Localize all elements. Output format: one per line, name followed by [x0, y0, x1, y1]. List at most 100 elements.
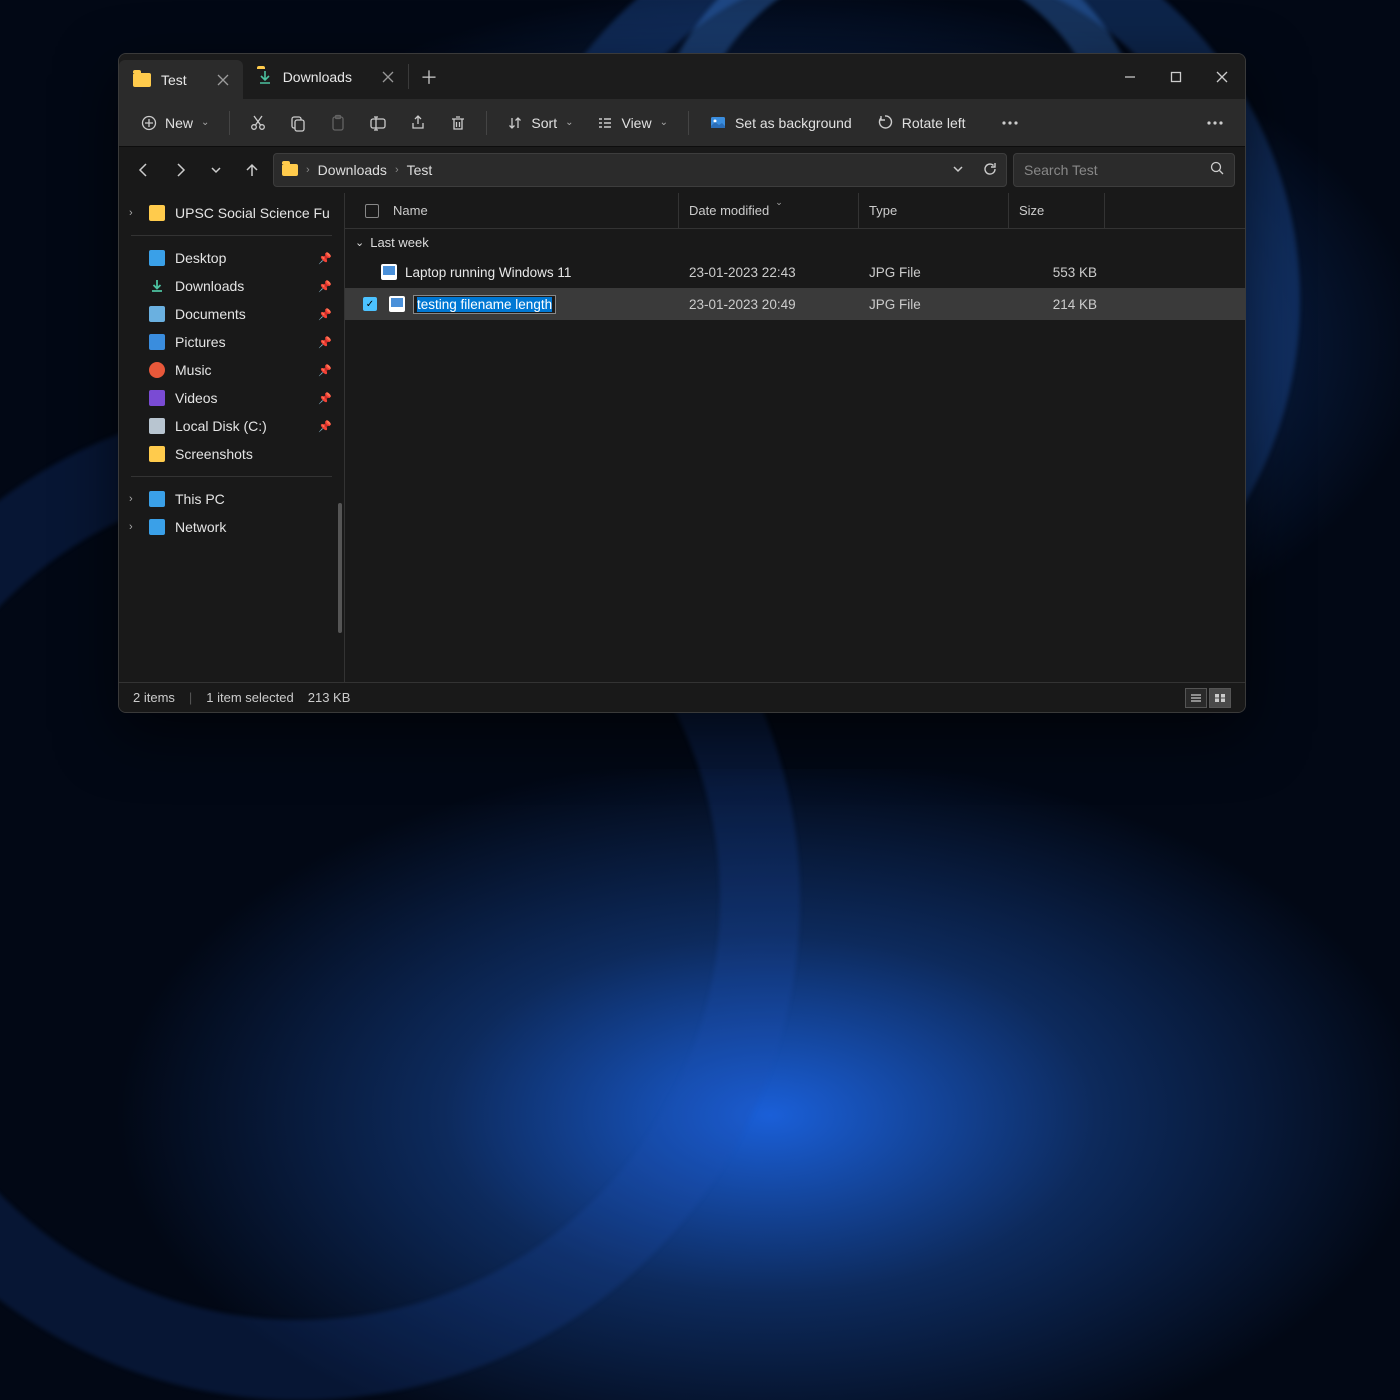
- column-header-name[interactable]: Name: [345, 193, 679, 228]
- selection-count: 1 item selected: [206, 690, 293, 705]
- pc-icon: [149, 491, 165, 507]
- sort-button[interactable]: Sort ⌄: [497, 109, 583, 137]
- minimize-button[interactable]: [1107, 54, 1153, 99]
- new-button[interactable]: New ⌄: [131, 109, 219, 137]
- breadcrumb-item[interactable]: Downloads: [318, 162, 387, 178]
- pictures-icon: [149, 334, 165, 350]
- sidebar-item-label: UPSC Social Science Fu: [175, 205, 330, 221]
- jpg-file-icon: [381, 264, 397, 280]
- address-bar[interactable]: › Downloads › Test: [273, 153, 1007, 187]
- forward-button[interactable]: [165, 155, 195, 185]
- sidebar-item-label: Network: [175, 519, 226, 535]
- file-name: Laptop running Windows 11: [405, 265, 571, 280]
- file-name: testing filename length: [417, 297, 552, 312]
- download-icon: [257, 69, 273, 85]
- file-date: 23-01-2023 22:43: [679, 265, 859, 280]
- rotate-left-button[interactable]: Rotate left: [866, 108, 976, 138]
- sidebar-item-pictures[interactable]: Pictures 📌: [119, 328, 344, 356]
- up-button[interactable]: [237, 155, 267, 185]
- navbar: › Downloads › Test: [119, 147, 1245, 193]
- pin-icon: 📌: [318, 308, 332, 321]
- set-background-button[interactable]: Set as background: [699, 108, 862, 138]
- refresh-button[interactable]: [982, 161, 998, 180]
- address-dropdown-button[interactable]: [952, 162, 964, 178]
- chevron-right-icon: ›: [395, 164, 399, 176]
- sidebar-item-this-pc[interactable]: ›This PC: [119, 485, 344, 513]
- tab-downloads[interactable]: Downloads: [243, 54, 408, 99]
- sidebar-item-downloads[interactable]: Downloads📌: [119, 272, 344, 300]
- overflow-button[interactable]: [1197, 105, 1233, 141]
- sidebar-item-network[interactable]: › Network: [119, 513, 344, 541]
- breadcrumb-item[interactable]: Test: [407, 162, 433, 178]
- thumbnails-view-button[interactable]: [1209, 688, 1231, 708]
- search-box[interactable]: [1013, 153, 1235, 187]
- sidebar-item-local-disk[interactable]: Local Disk (C:)📌: [119, 412, 344, 440]
- pin-icon: 📌: [318, 364, 332, 377]
- sidebar-item-music[interactable]: Music 📌: [119, 356, 344, 384]
- music-icon: [149, 362, 165, 378]
- chevron-right-icon[interactable]: ›: [129, 207, 133, 219]
- paste-button[interactable]: [320, 105, 356, 141]
- file-type: JPG File: [859, 265, 1009, 280]
- file-row[interactable]: ✓ testing filename length 23-01-2023 20:…: [345, 288, 1245, 320]
- group-label: Last week: [370, 235, 429, 250]
- column-header-size[interactable]: Size: [1009, 193, 1105, 228]
- column-header-type[interactable]: Type: [859, 193, 1009, 228]
- sidebar-item-label: Desktop: [175, 250, 226, 266]
- delete-button[interactable]: [440, 105, 476, 141]
- file-row[interactable]: Laptop running Windows 11 23-01-2023 22:…: [345, 256, 1245, 288]
- rotate-left-label: Rotate left: [902, 115, 966, 131]
- share-button[interactable]: [400, 105, 436, 141]
- selection-size: 213 KB: [308, 690, 351, 705]
- file-size: 214 KB: [1009, 297, 1105, 312]
- sidebar-item-upsc[interactable]: › UPSC Social Science Fu: [119, 199, 344, 227]
- file-list-area: Name Date modified ⌄ Type Size ⌄ Last we…: [345, 193, 1245, 682]
- maximize-button[interactable]: [1153, 54, 1199, 99]
- search-input[interactable]: [1024, 162, 1210, 178]
- more-options-button[interactable]: [992, 105, 1028, 141]
- copy-button[interactable]: [280, 105, 316, 141]
- cut-button[interactable]: [240, 105, 276, 141]
- sidebar-item-desktop[interactable]: Desktop 📌: [119, 244, 344, 272]
- close-tab-icon[interactable]: [382, 71, 394, 83]
- close-tab-icon[interactable]: [217, 74, 229, 86]
- desktop-icon: [149, 250, 165, 266]
- select-all-checkbox[interactable]: [365, 204, 379, 218]
- row-checkbox[interactable]: ✓: [363, 297, 377, 311]
- sidebar-item-documents[interactable]: Documents📌: [119, 300, 344, 328]
- close-button[interactable]: [1199, 54, 1245, 99]
- file-explorer-window: Test Downloads ＋ New ⌄: [118, 53, 1246, 713]
- pin-icon: 📌: [318, 336, 332, 349]
- sidebar-item-screenshots[interactable]: Screenshots: [119, 440, 344, 468]
- back-button[interactable]: [129, 155, 159, 185]
- set-background-label: Set as background: [735, 115, 852, 131]
- rename-button[interactable]: [360, 105, 396, 141]
- tab-label: Downloads: [283, 69, 352, 85]
- sidebar: › UPSC Social Science Fu Desktop 📌 Downlo…: [119, 193, 345, 682]
- download-icon: [149, 278, 165, 294]
- tab-test[interactable]: Test: [119, 60, 243, 99]
- sidebar-scrollbar[interactable]: [338, 503, 342, 633]
- chevron-right-icon[interactable]: ›: [129, 493, 133, 505]
- recent-locations-button[interactable]: [201, 155, 231, 185]
- sidebar-item-videos[interactable]: Videos📌: [119, 384, 344, 412]
- view-button[interactable]: View ⌄: [587, 109, 677, 137]
- column-label: Type: [869, 203, 897, 218]
- file-date: 23-01-2023 20:49: [679, 297, 859, 312]
- new-label: New: [165, 115, 193, 131]
- rename-input[interactable]: testing filename length: [413, 295, 556, 314]
- sidebar-item-label: Music: [175, 362, 212, 378]
- sort-indicator-icon: ⌄: [775, 197, 783, 208]
- titlebar-drag-area[interactable]: [449, 54, 1107, 99]
- sidebar-item-label: Pictures: [175, 334, 226, 350]
- group-header[interactable]: ⌄ Last week: [345, 229, 1245, 256]
- sidebar-item-label: Downloads: [175, 278, 244, 294]
- new-tab-button[interactable]: ＋: [409, 54, 449, 99]
- details-view-button[interactable]: [1185, 688, 1207, 708]
- sidebar-item-label: Videos: [175, 390, 218, 406]
- folder-icon: [133, 73, 151, 87]
- column-header-date[interactable]: Date modified ⌄: [679, 193, 859, 228]
- chevron-right-icon[interactable]: ›: [129, 521, 133, 533]
- folder-icon: [282, 164, 298, 176]
- pin-icon: 📌: [318, 252, 332, 265]
